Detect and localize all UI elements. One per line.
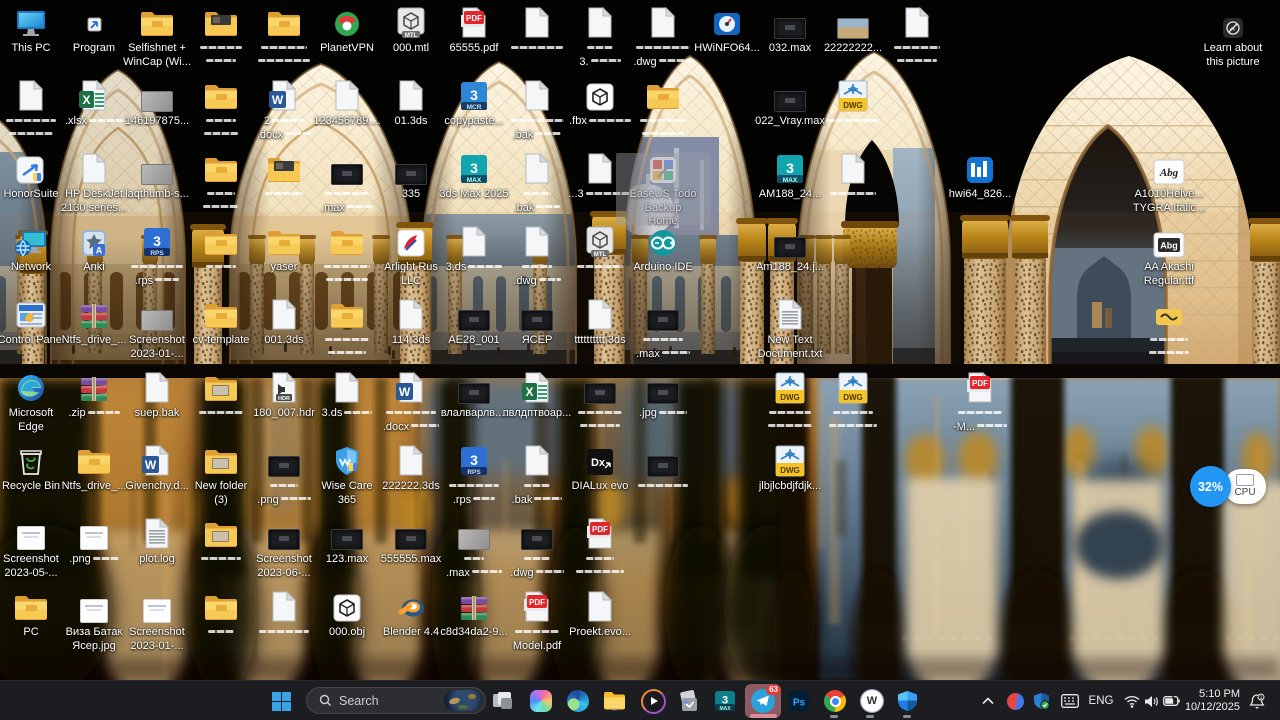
svg-text:3: 3 <box>470 452 478 468</box>
svg-text:DWG: DWG <box>843 393 863 402</box>
svg-text:DWG: DWG <box>780 393 800 402</box>
svg-text:Ps: Ps <box>793 698 806 709</box>
svg-text:Abg: Abg <box>1160 241 1178 251</box>
svg-text:3: 3 <box>722 695 728 707</box>
svg-text:3: 3 <box>470 160 478 176</box>
svg-text:MAX: MAX <box>719 706 731 712</box>
svg-text:PDF: PDF <box>529 598 545 607</box>
svg-text:MAX: MAX <box>783 177 798 184</box>
svg-text:DWG: DWG <box>780 466 800 475</box>
svg-text:W: W <box>272 93 284 107</box>
svg-text:X: X <box>525 385 533 399</box>
svg-text:3: 3 <box>153 233 161 249</box>
svg-text:HDR: HDR <box>278 396 290 402</box>
svg-text:A: A <box>96 246 103 256</box>
svg-text:PDF: PDF <box>592 525 608 534</box>
svg-text:RPS: RPS <box>467 469 481 476</box>
svg-text:MTL: MTL <box>405 33 418 39</box>
svg-text:PDF: PDF <box>466 14 482 23</box>
svg-text:1: 1 <box>1259 695 1262 701</box>
svg-text:RPS: RPS <box>150 250 164 257</box>
svg-text:3: 3 <box>470 87 478 103</box>
svg-text:PDF: PDF <box>972 379 988 388</box>
svg-text:W: W <box>145 458 157 472</box>
svg-text:MAX: MAX <box>467 177 482 184</box>
svg-text:MTL: MTL <box>594 252 607 258</box>
svg-text:MCR: MCR <box>467 104 482 111</box>
svg-text:W: W <box>399 385 411 399</box>
svg-text:Abg: Abg <box>1159 167 1179 179</box>
svg-text:DWG: DWG <box>843 101 863 110</box>
svg-text:Dx: Dx <box>591 457 606 469</box>
svg-text:X: X <box>82 93 90 107</box>
svg-text:3: 3 <box>786 160 794 176</box>
